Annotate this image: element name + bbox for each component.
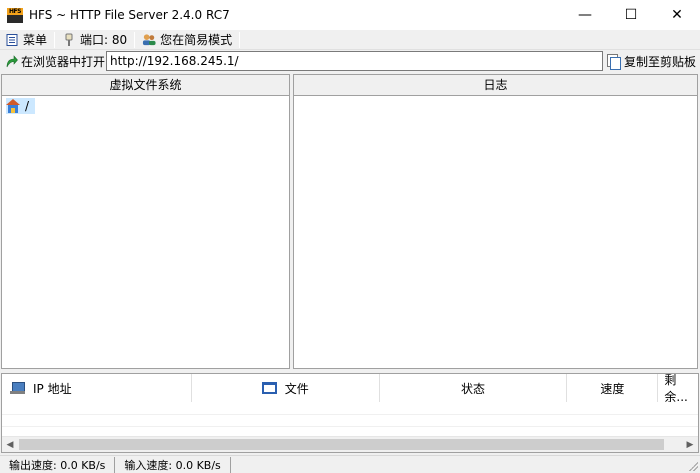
mode-label: 您在简易模式 (160, 33, 233, 47)
toolbar: 菜单 端口: 80 您在简易模式 (0, 30, 700, 50)
scrollbar-thumb[interactable] (19, 439, 664, 450)
column-status[interactable]: 状态 (380, 374, 568, 402)
maximize-button[interactable]: ☐ (608, 0, 654, 30)
column-speed-label: 速度 (600, 381, 625, 396)
port-plug-icon (62, 33, 76, 47)
vfs-root-item[interactable]: / (6, 98, 36, 114)
title-bar: HFS HFS ~ HTTP File Server 2.4.0 RC7 — ☐… (0, 0, 700, 30)
column-speed[interactable]: 速度 (567, 374, 659, 402)
open-browser-arrow-icon (4, 54, 18, 68)
column-file-label: 文件 (284, 381, 309, 396)
column-ip-label: IP 地址 (33, 381, 72, 396)
virtual-file-system-panel[interactable]: 虚拟文件系统 / (1, 74, 290, 369)
toolbar-separator (239, 31, 241, 48)
horizontal-scrollbar[interactable]: ◀ ▶ (2, 436, 698, 452)
output-speed: 输出速度: 0.0 KB/s (0, 456, 116, 473)
resize-grip-icon[interactable] (688, 461, 698, 471)
url-field[interactable]: http://192.168.245.1/ (106, 51, 603, 71)
toolbar-separator (134, 31, 136, 48)
computer-icon (10, 381, 25, 395)
input-speed: 输入速度: 0.0 KB/s (115, 456, 231, 473)
copy-to-clipboard-button[interactable]: 复制至剪贴板 (607, 51, 696, 71)
port-label: 端口: 80 (80, 33, 128, 47)
open-in-browser-label: 在浏览器中打开 (21, 54, 106, 69)
minimize-button[interactable]: — (562, 0, 608, 30)
port-button[interactable]: 端口: 80 (57, 31, 132, 49)
column-file[interactable]: 文件 (192, 374, 380, 402)
close-button[interactable]: ✕ (654, 0, 700, 30)
scroll-right-arrow-icon[interactable]: ▶ (682, 437, 698, 453)
mode-button[interactable]: 您在简易模式 (137, 31, 237, 49)
open-in-browser-button[interactable]: 在浏览器中打开 (0, 51, 105, 71)
connections-list[interactable]: IP 地址 文件 状态 速度 剩余... ◀ ▶ (1, 373, 699, 453)
url-bar: 在浏览器中打开 http://192.168.245.1/ 复制至剪贴板 (0, 50, 700, 72)
vfs-root-label: / (25, 99, 30, 113)
scroll-left-arrow-icon[interactable]: ◀ (2, 437, 18, 453)
home-folder-icon (6, 99, 20, 113)
log-header: 日志 (294, 75, 697, 96)
status-bar: 输出速度: 0.0 KB/s 输入速度: 0.0 KB/s (0, 455, 700, 473)
vfs-header: 虚拟文件系统 (2, 75, 289, 96)
hfs-logo-icon: HFS (7, 7, 23, 23)
connections-header: IP 地址 文件 状态 速度 剩余... (2, 374, 698, 402)
column-status-label: 状态 (461, 381, 486, 396)
column-ip-address[interactable]: IP 地址 (2, 374, 192, 402)
window-file-icon (261, 382, 277, 394)
log-panel[interactable]: 日志 (293, 74, 698, 369)
users-icon (142, 33, 156, 47)
toolbar-separator (54, 31, 56, 48)
menu-icon (5, 33, 19, 47)
window-controls: — ☐ ✕ (562, 0, 700, 30)
column-remaining-label: 剩余... (664, 374, 688, 402)
menu-button[interactable]: 菜单 (0, 31, 52, 49)
column-remaining[interactable]: 剩余... (658, 374, 698, 402)
copy-to-clipboard-label: 复制至剪贴板 (624, 54, 697, 69)
menu-label: 菜单 (23, 33, 48, 47)
copy-icon (607, 54, 621, 70)
window-title: HFS ~ HTTP File Server 2.4.0 RC7 (29, 8, 230, 22)
